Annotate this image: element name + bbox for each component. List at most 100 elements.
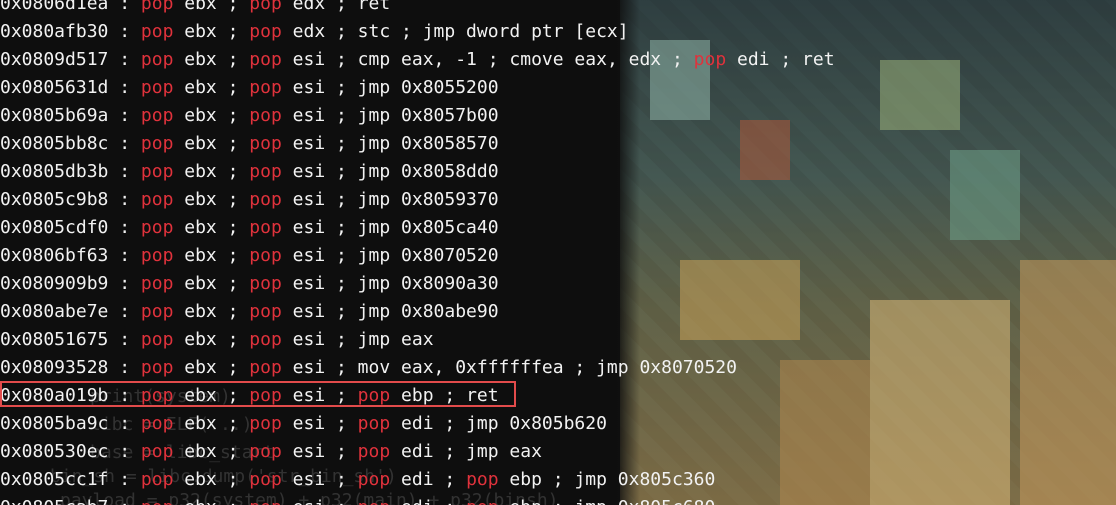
pop-keyword: pop <box>357 441 391 462</box>
instruction: jmp 0x8070520 <box>357 245 499 266</box>
gadget-address: 0x080afb30 <box>0 21 109 42</box>
instruction: jmp 0x8057b00 <box>357 105 499 126</box>
pop-keyword: pop <box>140 413 174 434</box>
pop-keyword: pop <box>249 273 282 294</box>
gadget-address: 0x0805cdf0 <box>0 217 109 238</box>
gadget-address: 0x0805bb8c <box>0 133 109 154</box>
gadget-address: 0x0805c9b8 <box>0 189 109 210</box>
gadget-line: 0x0805ba9c : pop ebx ; pop esi ; pop edi… <box>0 413 607 434</box>
gadget-line: 0x0805b69a : pop ebx ; pop esi ; jmp 0x8… <box>0 105 499 126</box>
register: ebx <box>184 273 217 294</box>
register: esi <box>292 301 326 322</box>
gadget-line: 0x0805db3b : pop ebx ; pop esi ; jmp 0x8… <box>0 161 499 182</box>
register: ebx <box>184 357 217 378</box>
pop-keyword: pop <box>249 49 282 70</box>
gadget-line: 0x08093528 : pop ebx ; pop esi ; mov eax… <box>0 357 737 378</box>
gadget-address: 0x080530ec <box>0 441 109 462</box>
instruction: jmp 0x8058dd0 <box>357 161 499 182</box>
pop-keyword: pop <box>140 329 174 350</box>
pop-keyword: pop <box>140 301 174 322</box>
gadget-line: 0x0806bf63 : pop ebx ; pop esi ; jmp 0x8… <box>0 245 499 266</box>
gadget-line: 0x080530ec : pop ebx ; pop esi ; pop edi… <box>0 441 542 462</box>
register: esi <box>292 357 326 378</box>
register: edi <box>737 49 770 70</box>
gadget-address: 0x0805cc1f <box>0 469 109 490</box>
pop-keyword: pop <box>249 0 282 14</box>
instruction: jmp 0x8058570 <box>357 133 499 154</box>
register: esi <box>292 105 326 126</box>
pop-keyword: pop <box>140 161 174 182</box>
gadget-line: 0x0805cdf0 : pop ebx ; pop esi ; jmp 0x8… <box>0 217 499 238</box>
register: edx <box>292 0 326 14</box>
gadget-address: 0x0809d517 <box>0 49 109 70</box>
pop-keyword: pop <box>140 273 174 294</box>
gadget-address: 0x0805631d <box>0 77 109 98</box>
gadget-line: 0x0805cab7 : pop ebx ; pop esi ; pop edi… <box>0 494 715 505</box>
gadget-line: 0x080909b9 : pop ebx ; pop esi ; jmp 0x8… <box>0 273 499 294</box>
gadget-line: 0x0809d517 : pop ebx ; pop esi ; cmp eax… <box>0 49 835 70</box>
register: edx <box>292 21 326 42</box>
pop-keyword: pop <box>357 469 391 490</box>
pop-keyword: pop <box>141 497 174 505</box>
gadget-address: 0x0806d1ea <box>0 0 109 14</box>
register: esi <box>292 217 326 238</box>
register: ebx <box>184 329 217 350</box>
register: ebx <box>184 49 217 70</box>
pop-keyword: pop <box>466 497 499 505</box>
screen: print(system) libc = ELF(...) base = lib… <box>0 0 1116 505</box>
instruction: jmp eax <box>357 329 434 350</box>
gadget-line: 0x0805c9b8 : pop ebx ; pop esi ; jmp 0x8… <box>0 189 499 210</box>
instruction: jmp 0x8059370 <box>357 189 499 210</box>
instruction: jmp 0x805c680 <box>574 497 715 505</box>
register: ebx <box>184 413 217 434</box>
pop-keyword: pop <box>249 441 282 462</box>
gadget-address: 0x0805db3b <box>0 161 109 182</box>
register: esi <box>292 273 326 294</box>
instruction: cmove eax, edx <box>509 49 662 70</box>
register: esi <box>292 49 326 70</box>
pop-keyword: pop <box>140 0 174 14</box>
register: ebx <box>184 497 217 505</box>
pop-keyword: pop <box>249 329 282 350</box>
terminal-window[interactable]: print(system) libc = ELF(...) base = lib… <box>0 0 1116 505</box>
pop-keyword: pop <box>140 441 174 462</box>
pop-keyword: pop <box>249 133 282 154</box>
pop-keyword: pop <box>140 189 174 210</box>
pop-keyword: pop <box>140 357 174 378</box>
gadget-line: 0x0806d1ea : pop ebx ; pop edx ; ret <box>0 0 390 18</box>
instruction: jmp 0x80abe90 <box>357 301 499 322</box>
register: esi <box>292 77 326 98</box>
pop-keyword: pop <box>249 189 282 210</box>
pop-keyword: pop <box>357 413 391 434</box>
pop-keyword: pop <box>249 301 282 322</box>
register: ebx <box>184 441 217 462</box>
pop-keyword: pop <box>140 77 174 98</box>
register: esi <box>292 469 326 490</box>
instruction: jmp 0x8090a30 <box>357 273 499 294</box>
pop-keyword: pop <box>466 469 499 490</box>
pop-keyword: pop <box>249 161 282 182</box>
register: esi <box>292 329 326 350</box>
register: ebx <box>184 469 217 490</box>
pop-keyword: pop <box>140 469 174 490</box>
register: ebx <box>184 217 217 238</box>
pop-keyword: pop <box>249 469 282 490</box>
gadget-line: 0x0805631d : pop ebx ; pop esi ; jmp 0x8… <box>0 77 499 98</box>
instruction: jmp eax <box>466 441 542 462</box>
instruction: cmp eax, -1 <box>357 49 477 70</box>
register: esi <box>293 497 326 505</box>
pop-keyword: pop <box>249 357 282 378</box>
gadget-address: 0x08093528 <box>0 357 109 378</box>
register: ebx <box>184 133 217 154</box>
register: ebx <box>184 301 217 322</box>
pop-keyword: pop <box>140 217 174 238</box>
pop-keyword: pop <box>358 497 391 505</box>
instruction: jmp 0x805ca40 <box>357 217 499 238</box>
instruction: mov eax, 0xffffffea <box>357 357 564 378</box>
instruction: ret <box>802 49 835 70</box>
register: ebp <box>509 469 542 490</box>
gadget-address: 0x0805b69a <box>0 105 109 126</box>
pop-keyword: pop <box>249 77 282 98</box>
instruction: jmp 0x8070520 <box>596 357 737 378</box>
register: edi <box>401 469 434 490</box>
